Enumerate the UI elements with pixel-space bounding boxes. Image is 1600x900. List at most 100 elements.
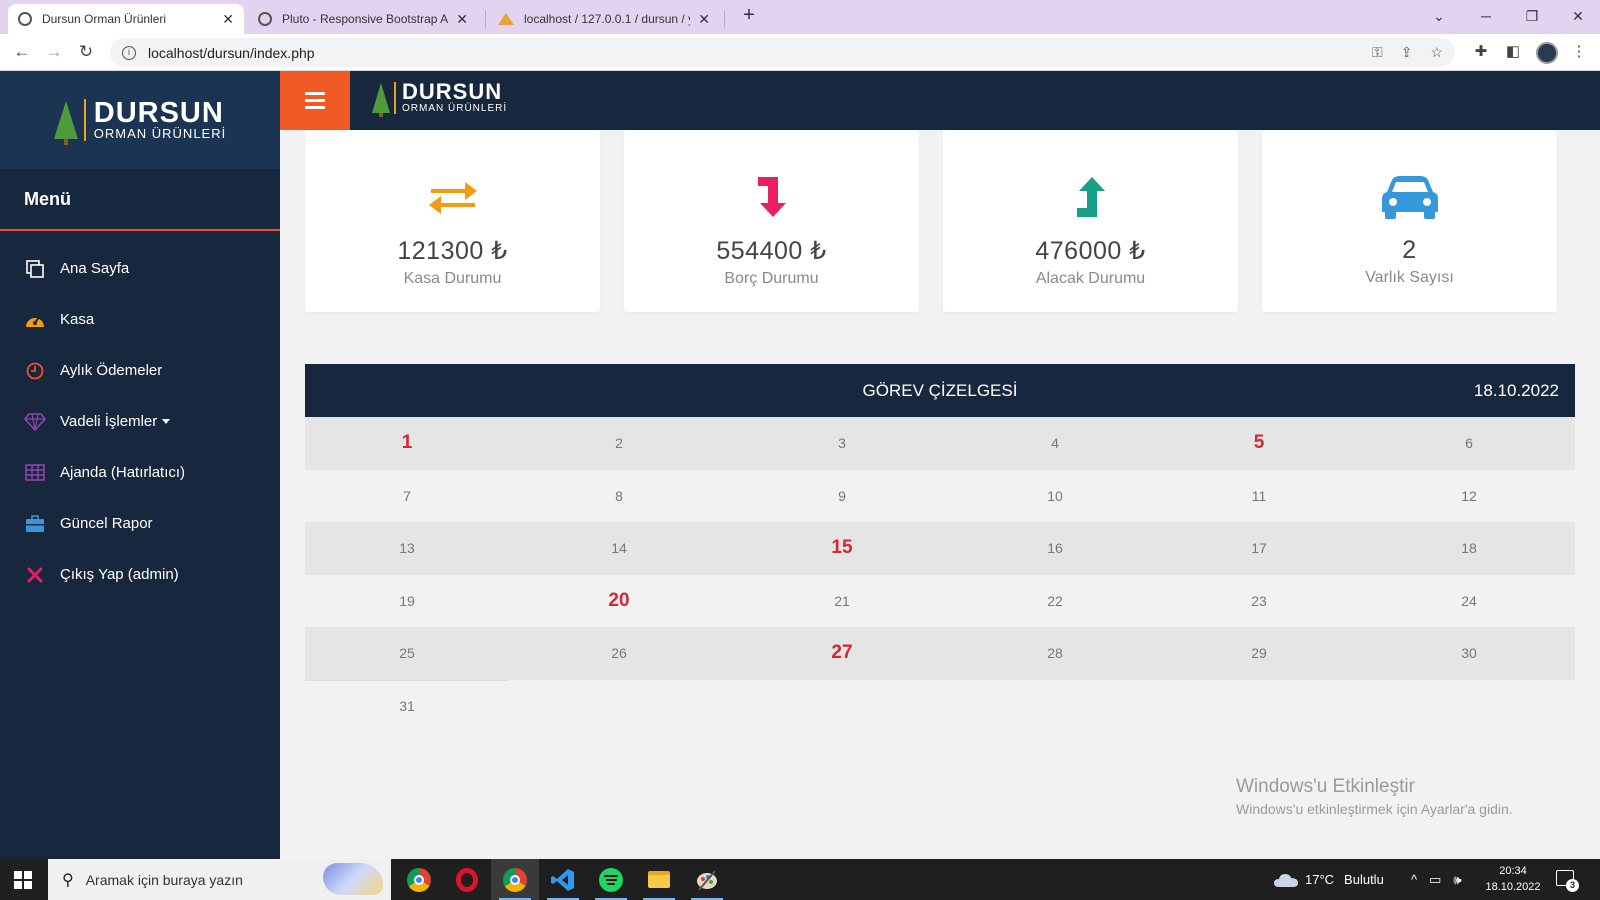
calendar-day[interactable]: 28 <box>955 627 1155 680</box>
spotify-app-icon[interactable] <box>587 859 635 900</box>
file-explorer-app-icon[interactable] <box>635 859 683 900</box>
key-icon[interactable]: ⚿ <box>1372 44 1383 61</box>
calendar-day[interactable]: 9 <box>729 470 955 523</box>
vscode-app-icon[interactable] <box>539 859 587 900</box>
sidebar-item-vadeli-islemler[interactable]: Vadeli İşlemler <box>0 396 280 447</box>
calendar-day[interactable]: 23 <box>1155 575 1363 628</box>
close-tab-icon[interactable]: ✕ <box>456 11 468 28</box>
tree-icon <box>53 101 78 145</box>
paint-app-icon[interactable] <box>683 859 731 900</box>
sidebar-item-cikis[interactable]: Çıkış Yap (admin) <box>0 549 280 600</box>
calendar-day[interactable]: 2 <box>509 417 729 470</box>
exchange-arrows-icon <box>305 170 600 224</box>
calendar-day[interactable]: 12 <box>1363 470 1575 523</box>
calendar-day-highlighted[interactable]: 15 <box>729 522 955 575</box>
start-tile <box>14 881 22 889</box>
opera-app-icon[interactable] <box>443 859 491 900</box>
calendar-day[interactable]: 7 <box>305 470 509 523</box>
tab-pluto[interactable]: Pluto - Responsive Bootstrap Ad ✕ <box>248 4 478 34</box>
sidebar: DURSUN ORMAN ÜRÜNLERİ Menü Ana Sayfa Kas… <box>0 71 280 859</box>
new-tab-button[interactable]: + <box>738 4 760 27</box>
profile-avatar[interactable] <box>1536 42 1558 64</box>
calendar-day[interactable]: 19 <box>305 575 509 628</box>
calendar-day[interactable]: 30 <box>1363 627 1575 680</box>
tab-dursun[interactable]: Dursun Orman Ürünleri ✕ <box>8 4 244 34</box>
chrome-app-icon[interactable] <box>395 859 443 900</box>
sidebar-item-ana-sayfa[interactable]: Ana Sayfa <box>0 243 280 294</box>
share-icon[interactable]: ⇪ <box>1401 44 1413 61</box>
calendar-day[interactable]: 8 <box>509 470 729 523</box>
butterfly-illustration <box>323 863 383 895</box>
taskbar-search[interactable]: ⚲ Aramak için buraya yazın <box>48 859 391 900</box>
sidebar-item-aylik-odemeler[interactable]: Aylık Ödemeler <box>0 345 280 396</box>
card-alacak-durumu: 476000 ₺ Alacak Durumu <box>943 130 1238 312</box>
card-value: 554400 ₺ <box>716 237 827 265</box>
calendar-day[interactable]: 31 <box>305 679 509 732</box>
calendar-day[interactable]: 13 <box>305 522 509 575</box>
calendar-day[interactable]: 16 <box>955 522 1155 575</box>
extensions-icon[interactable]: ✚ <box>1470 41 1492 63</box>
forward-icon[interactable]: → <box>42 40 66 64</box>
calendar-day-highlighted[interactable]: 5 <box>1155 417 1363 470</box>
calendar-day[interactable]: 25 <box>305 627 509 680</box>
calendar-day[interactable]: 4 <box>955 417 1155 470</box>
task-calendar: GÖREV ÇİZELGESİ 18.10.2022 1 2 3 4 5 6 7 8 9 10 11… <box>305 364 1575 732</box>
calendar-header: GÖREV ÇİZELGESİ 18.10.2022 <box>305 364 1575 417</box>
sidebar-item-guncel-rapor[interactable]: Güncel Rapor <box>0 498 280 549</box>
main-content: 121300 ₺ Kasa Durumu 554400 ₺ Borç Durum… <box>280 130 1600 859</box>
calendar-day[interactable]: 21 <box>729 575 955 628</box>
calendar-day-highlighted[interactable]: 27 <box>729 627 955 680</box>
volume-icon[interactable]: 🕪 <box>1453 872 1461 888</box>
calendar-day[interactable]: 14 <box>509 522 729 575</box>
top-logo[interactable]: DURSUN ORMAN ÜRÜNLERİ <box>372 81 507 117</box>
calendar-row: 31 <box>305 679 1575 732</box>
address-bar[interactable]: i localhost/dursun/index.php ⚿ ⇪ ☆ <box>110 38 1455 67</box>
close-tab-icon[interactable]: ✕ <box>222 11 234 28</box>
windows-start-icon[interactable] <box>14 871 32 889</box>
calendar-row: 19 20 21 22 23 24 <box>305 575 1575 628</box>
calendar-day-highlighted[interactable]: 1 <box>305 417 509 470</box>
chevron-down-icon <box>162 419 171 424</box>
calendar-day[interactable]: 18 <box>1363 522 1575 575</box>
reload-icon[interactable]: ↻ <box>74 40 98 64</box>
restore-icon[interactable]: ❐ <box>1518 4 1546 28</box>
tab-title: localhost / 127.0.0.1 / dursun / y <box>524 12 691 26</box>
calendar-day[interactable]: 29 <box>1155 627 1363 680</box>
site-info-icon[interactable]: i <box>122 45 136 60</box>
back-icon[interactable]: ← <box>10 40 34 64</box>
arrow-up-icon <box>943 170 1238 224</box>
more-menu-icon[interactable]: ⋮ <box>1568 41 1590 63</box>
weather-widget[interactable]: 17°C Bulutlu <box>1273 859 1384 900</box>
sidebar-item-label: Kasa <box>60 311 95 328</box>
calendar-day[interactable]: 24 <box>1363 575 1575 628</box>
tab-phpmyadmin[interactable]: localhost / 127.0.0.1 / dursun / y ✕ <box>488 4 720 34</box>
sidebar-item-kasa[interactable]: Kasa <box>0 294 280 345</box>
calendar-day[interactable]: 22 <box>955 575 1155 628</box>
card-varlik-sayisi: 2 Varlık Sayısı <box>1262 130 1557 312</box>
sidebar-item-label: Güncel Rapor <box>60 515 153 532</box>
calendar-day[interactable]: 10 <box>955 470 1155 523</box>
chrome-active-app-icon[interactable] <box>491 859 539 900</box>
sidebar-item-label: Vadeli İşlemler <box>60 413 158 430</box>
calendar-day[interactable]: 6 <box>1363 417 1575 470</box>
brand-subtitle: ORMAN ÜRÜNLERİ <box>93 126 227 141</box>
sidebar-item-ajanda[interactable]: Ajanda (Hatırlatıcı) <box>0 447 280 498</box>
logo-divider <box>394 81 396 114</box>
chevron-up-icon[interactable]: ^ <box>1411 872 1417 887</box>
menu-toggle-button[interactable] <box>280 71 350 130</box>
minimize-icon[interactable]: ─ <box>1472 4 1500 28</box>
close-window-icon[interactable]: ✕ <box>1564 4 1592 28</box>
calendar-day-highlighted[interactable]: 20 <box>509 575 729 628</box>
side-panel-icon[interactable]: ◧ <box>1502 41 1524 63</box>
star-icon[interactable]: ☆ <box>1430 44 1443 61</box>
close-tab-icon[interactable]: ✕ <box>698 11 710 28</box>
taskbar-clock[interactable]: 20:34 18.10.2022 <box>1478 863 1548 895</box>
network-icon[interactable]: ▭ <box>1429 872 1441 888</box>
sidebar-logo[interactable]: DURSUN ORMAN ÜRÜNLERİ <box>0 71 280 169</box>
calendar-day[interactable]: 26 <box>509 627 729 680</box>
sidebar-menu: Ana Sayfa Kasa Aylık Ödemeler Vadeli İşl… <box>0 231 280 600</box>
calendar-day[interactable]: 17 <box>1155 522 1363 575</box>
calendar-day[interactable]: 11 <box>1155 470 1363 523</box>
tab-search-icon[interactable]: ⌄ <box>1425 4 1453 28</box>
calendar-day[interactable]: 3 <box>729 417 955 470</box>
